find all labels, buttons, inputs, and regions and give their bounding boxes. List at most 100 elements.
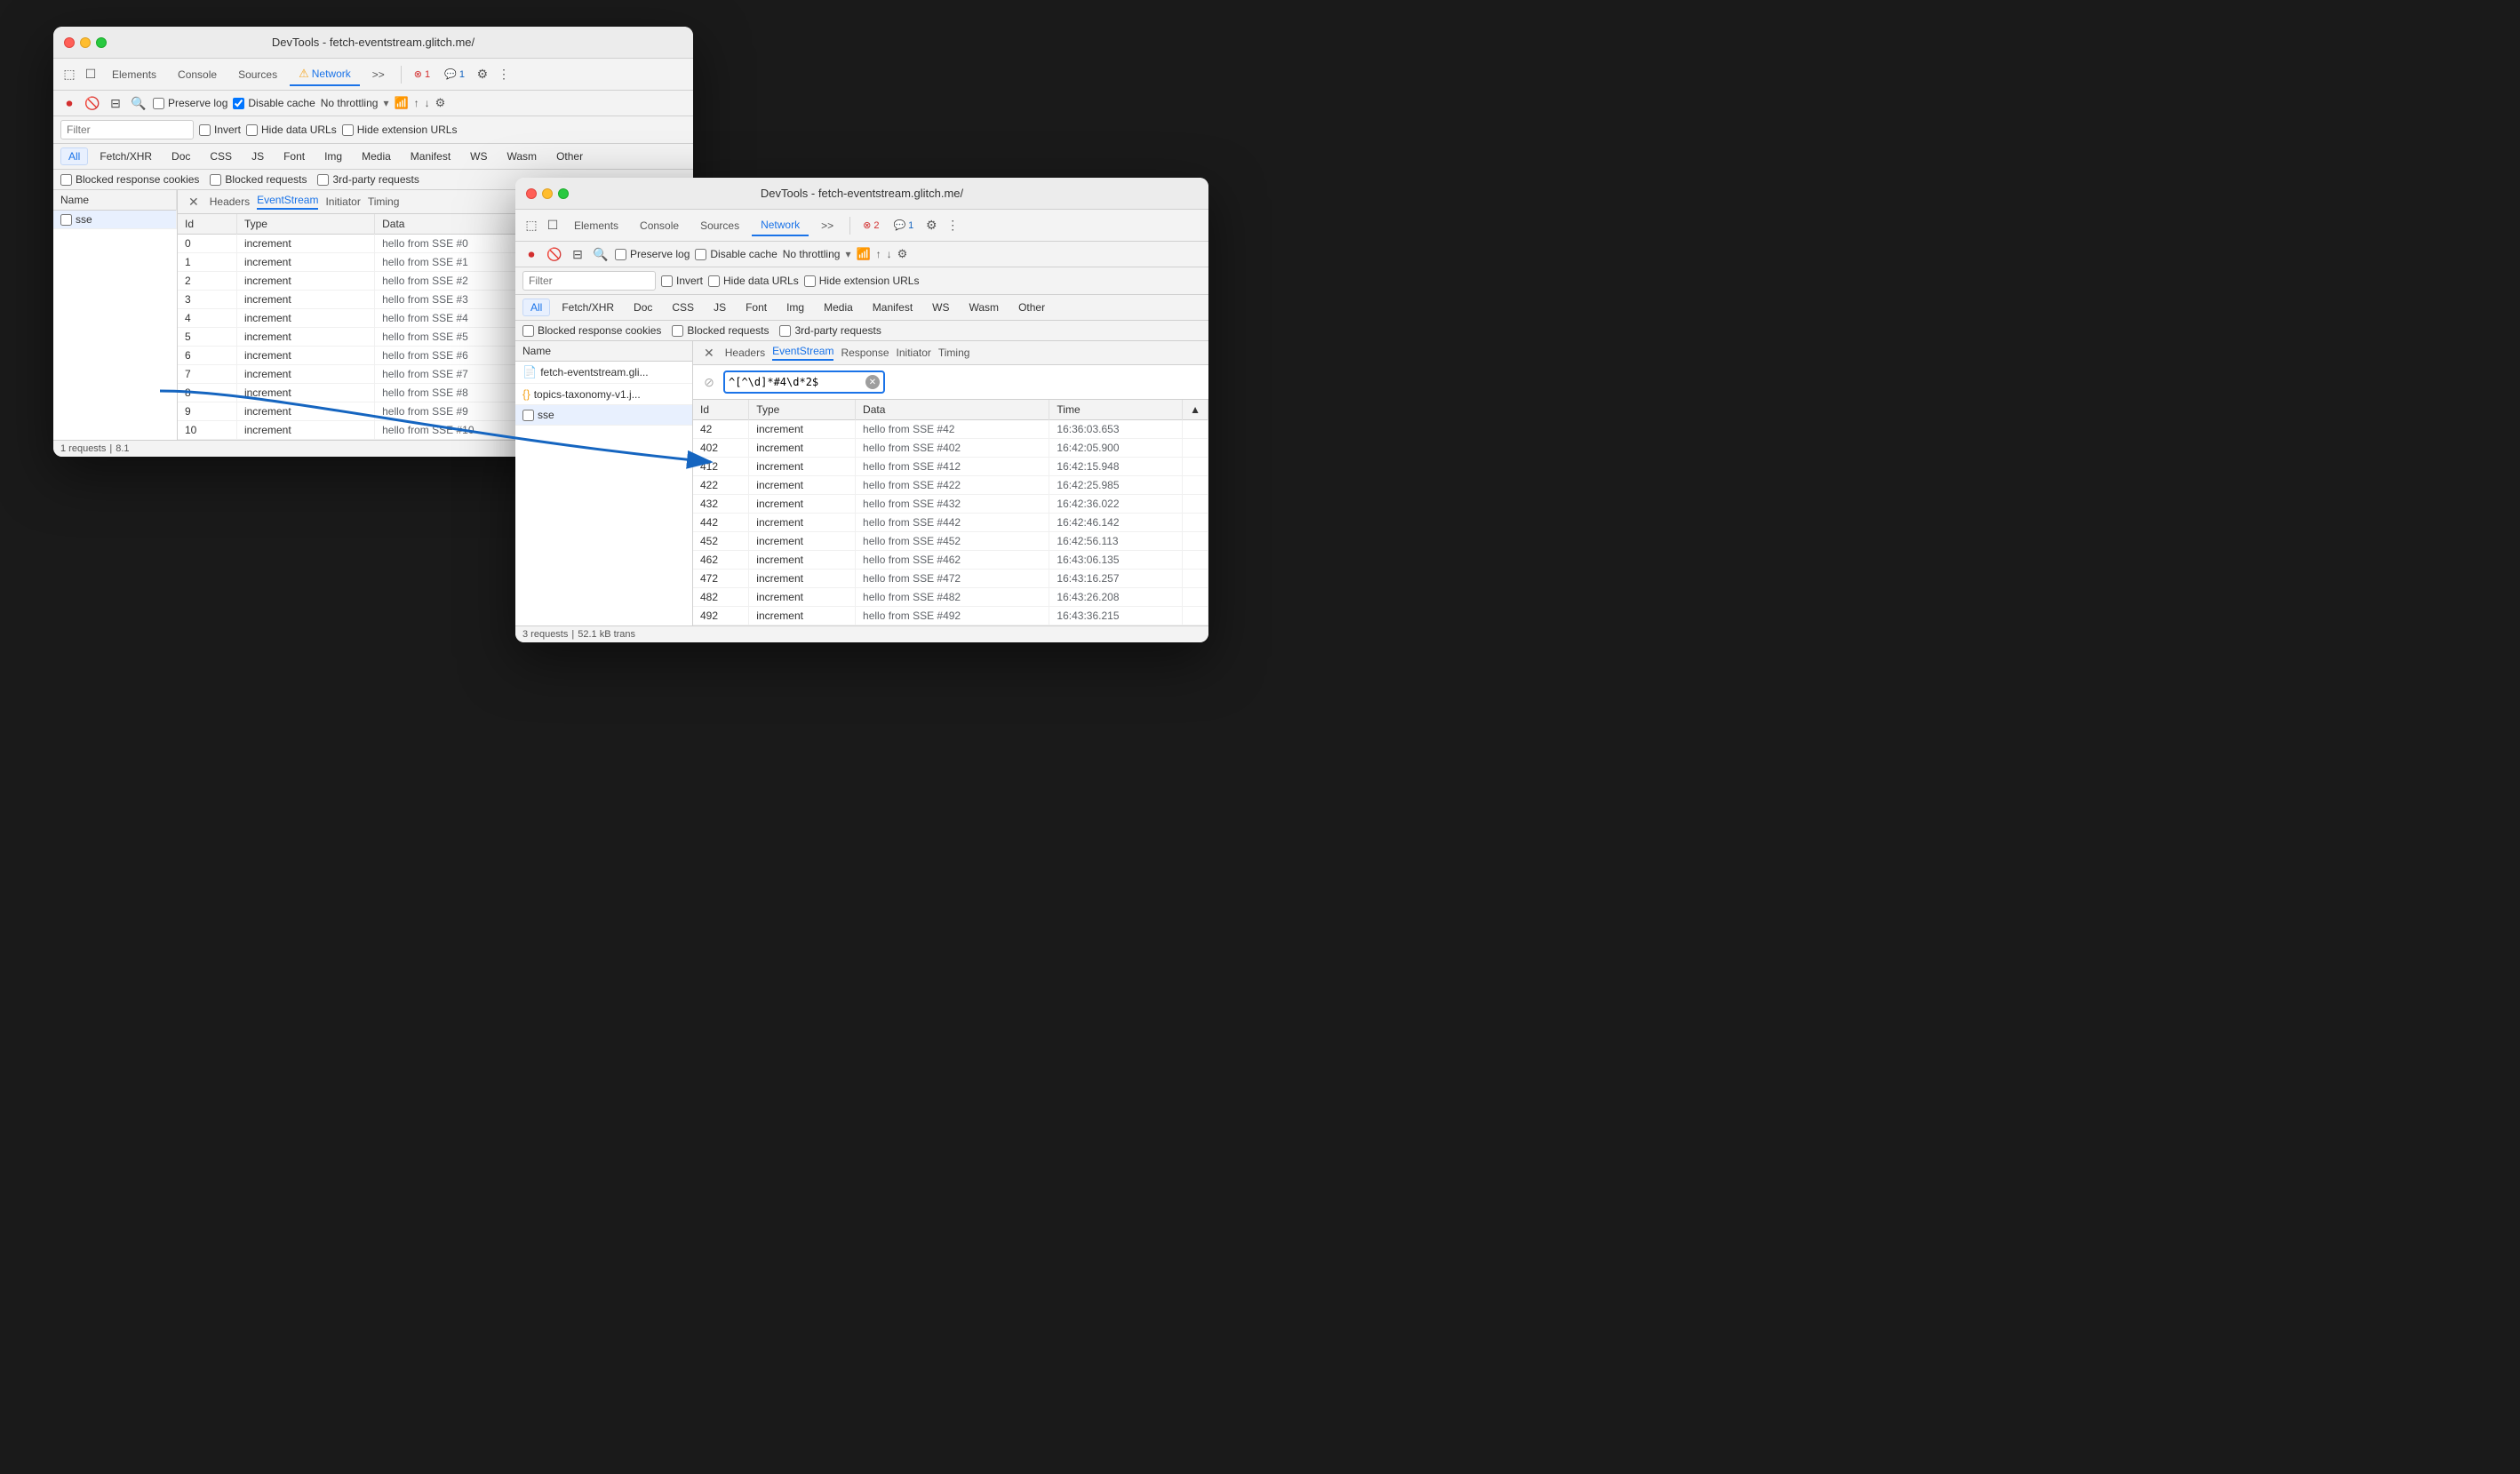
list-item-sse[interactable]: sse: [515, 405, 692, 426]
inspect-icon-2[interactable]: ⬚: [522, 217, 540, 235]
type-all[interactable]: All: [60, 147, 88, 165]
hide-data-cb-2[interactable]: [708, 275, 720, 287]
record-button-2[interactable]: ⏺: [522, 245, 540, 263]
type-fetchxhr-2[interactable]: Fetch/XHR: [554, 299, 622, 316]
disable-cache-label-2[interactable]: Disable cache: [695, 248, 777, 260]
table-row[interactable]: 442incrementhello from SSE #44216:42:46.…: [693, 514, 1208, 532]
blocked-cookies-cb[interactable]: [60, 174, 72, 186]
eventstream-tab-2[interactable]: EventStream: [772, 345, 833, 361]
type-all-2[interactable]: All: [522, 299, 550, 316]
blocked-requests-label[interactable]: Blocked requests: [210, 173, 307, 186]
settings-icon-2b[interactable]: ⚙: [897, 247, 908, 261]
third-party-label[interactable]: 3rd-party requests: [317, 173, 419, 186]
blocked-requests-2[interactable]: Blocked requests: [672, 324, 769, 337]
table-row[interactable]: 422incrementhello from SSE #42216:42:25.…: [693, 476, 1208, 495]
type-doc[interactable]: Doc: [163, 147, 198, 165]
table-row[interactable]: 482incrementhello from SSE #48216:43:26.…: [693, 588, 1208, 607]
filter-toggle-2[interactable]: ⊟: [569, 245, 586, 263]
hide-data-urls-checkbox[interactable]: [246, 124, 258, 136]
tab-sources[interactable]: Sources: [229, 65, 286, 84]
tab-more-2[interactable]: >>: [812, 216, 842, 235]
blocked-cookies-cb-2[interactable]: [522, 325, 534, 337]
hide-ext-urls-label[interactable]: Hide extension URLs: [342, 123, 458, 136]
type-other-2[interactable]: Other: [1010, 299, 1053, 316]
type-media[interactable]: Media: [354, 147, 399, 165]
blocked-requests-cb[interactable]: [210, 174, 221, 186]
tab-more[interactable]: >>: [363, 65, 394, 84]
invert-checkbox[interactable]: [199, 124, 211, 136]
sse-checkbox-2[interactable]: [522, 410, 534, 421]
device-icon-2[interactable]: ☐: [544, 217, 562, 235]
headers-tab-2[interactable]: Headers: [725, 347, 765, 359]
throttling-select-2[interactable]: No throttling: [783, 248, 841, 260]
filter-input-2[interactable]: [522, 271, 656, 291]
search-button-2[interactable]: 🔍: [592, 245, 610, 263]
third-party-2[interactable]: 3rd-party requests: [779, 324, 881, 337]
timing-tab[interactable]: Timing: [368, 195, 400, 208]
maximize-button[interactable]: [96, 37, 107, 48]
type-other[interactable]: Other: [548, 147, 591, 165]
device-icon[interactable]: ☐: [82, 66, 100, 84]
sort-header[interactable]: ▲: [1183, 400, 1208, 420]
preserve-log-label[interactable]: Preserve log: [153, 97, 227, 109]
type-wasm[interactable]: Wasm: [499, 147, 546, 165]
disable-cache-label[interactable]: Disable cache: [233, 97, 315, 109]
initiator-tab-2[interactable]: Initiator: [897, 347, 931, 359]
type-font-2[interactable]: Font: [738, 299, 775, 316]
type-doc-2[interactable]: Doc: [626, 299, 660, 316]
hide-data-urls-label[interactable]: Hide data URLs: [246, 123, 337, 136]
response-tab[interactable]: Response: [841, 347, 889, 359]
type-manifest-2[interactable]: Manifest: [865, 299, 921, 316]
clear-filter-button[interactable]: ✕: [865, 375, 880, 389]
preserve-log-checkbox[interactable]: [153, 98, 164, 109]
type-css[interactable]: CSS: [202, 147, 240, 165]
preserve-log-cb-2[interactable]: [615, 249, 626, 260]
type-manifest[interactable]: Manifest: [403, 147, 459, 165]
more-icon[interactable]: ⋮: [495, 66, 513, 84]
table-row[interactable]: 402incrementhello from SSE #40216:42:05.…: [693, 439, 1208, 458]
search-button[interactable]: 🔍: [130, 94, 148, 112]
tab-console[interactable]: Console: [169, 65, 226, 84]
type-wasm-2[interactable]: Wasm: [961, 299, 1008, 316]
table-row[interactable]: 412incrementhello from SSE #41216:42:15.…: [693, 458, 1208, 476]
blocked-cookies-label[interactable]: Blocked response cookies: [60, 173, 199, 186]
filter-toggle[interactable]: ⊟: [107, 94, 124, 112]
list-item[interactable]: 📄 fetch-eventstream.gli...: [515, 362, 692, 384]
tab-console-2[interactable]: Console: [631, 216, 688, 235]
sse-checkbox[interactable]: [60, 214, 72, 226]
record-button[interactable]: ⏺: [60, 94, 78, 112]
initiator-tab[interactable]: Initiator: [325, 195, 360, 208]
blocked-cookies-2[interactable]: Blocked response cookies: [522, 324, 661, 337]
clear-button[interactable]: 🚫: [84, 94, 101, 112]
tab-elements[interactable]: Elements: [103, 65, 165, 84]
type-css-2[interactable]: CSS: [664, 299, 702, 316]
type-ws-2[interactable]: WS: [924, 299, 957, 316]
table-row[interactable]: 492incrementhello from SSE #49216:43:36.…: [693, 607, 1208, 625]
invert-label[interactable]: Invert: [199, 123, 241, 136]
headers-tab[interactable]: Headers: [210, 195, 250, 208]
minimize-button[interactable]: [80, 37, 91, 48]
type-font[interactable]: Font: [275, 147, 313, 165]
inspect-icon[interactable]: ⬚: [60, 66, 78, 84]
sse-row[interactable]: sse: [53, 211, 177, 229]
table-row[interactable]: 42incrementhello from SSE #4216:36:03.65…: [693, 420, 1208, 439]
timing-tab-2[interactable]: Timing: [938, 347, 970, 359]
minimize-button-2[interactable]: [542, 188, 553, 199]
filter-cancel-icon[interactable]: ⊘: [700, 373, 718, 391]
throttling-select[interactable]: No throttling: [321, 97, 379, 109]
invert-cb-2[interactable]: [661, 275, 673, 287]
type-js[interactable]: JS: [243, 147, 272, 165]
type-fetchxhr[interactable]: Fetch/XHR: [92, 147, 160, 165]
type-ws[interactable]: WS: [462, 147, 495, 165]
maximize-button-2[interactable]: [558, 188, 569, 199]
close-button-2[interactable]: [526, 188, 537, 199]
blocked-req-cb-2[interactable]: [672, 325, 683, 337]
disable-cache-cb-2[interactable]: [695, 249, 706, 260]
settings-icon-w2[interactable]: ⚙: [922, 217, 940, 235]
list-item[interactable]: {} topics-taxonomy-v1.j...: [515, 384, 692, 405]
filter-input-1[interactable]: [60, 120, 194, 139]
type-img-2[interactable]: Img: [778, 299, 812, 316]
hide-ext-urls-checkbox[interactable]: [342, 124, 354, 136]
tab-network-2[interactable]: Network: [752, 215, 809, 236]
more-icon-w2[interactable]: ⋮: [944, 217, 961, 235]
